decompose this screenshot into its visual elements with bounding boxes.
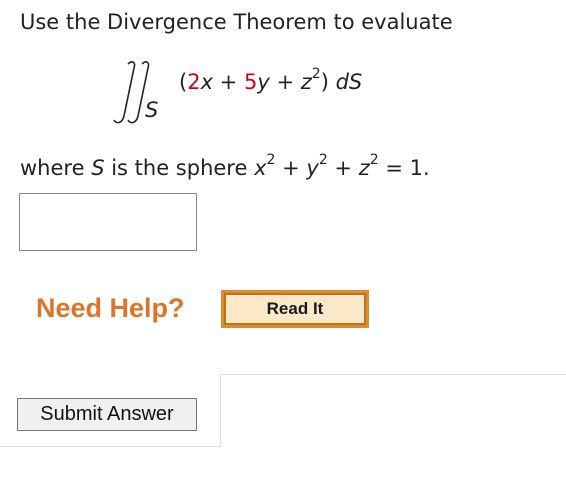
sphere-z: z	[358, 156, 370, 180]
panel-divider	[220, 374, 221, 446]
coefficient-x: 2	[187, 70, 201, 94]
plus-sign: +	[269, 70, 301, 94]
sphere-z-exponent: 2	[369, 152, 379, 168]
plus-sign: +	[213, 70, 244, 94]
integrand: (2x + 5y + z2) dS	[179, 67, 363, 94]
variable-x: x	[200, 70, 214, 94]
read-it-button[interactable]: Read It	[221, 290, 369, 328]
sphere-text: is the sphere	[104, 156, 255, 180]
variable-y: y	[257, 70, 270, 94]
plus-sign: +	[327, 156, 359, 180]
answer-input[interactable]	[19, 193, 197, 251]
open-paren: (	[179, 70, 188, 94]
surface-symbol: S	[91, 156, 105, 180]
surface-subscript: S	[145, 98, 159, 122]
sphere-y: y	[306, 156, 319, 180]
panel-divider	[0, 446, 221, 447]
surface-integral: S (2x + 5y + z2) dS	[112, 58, 412, 138]
submit-panel: Submit Answer	[0, 374, 566, 482]
surface-measure: dS	[335, 70, 363, 94]
plus-sign: +	[275, 156, 307, 180]
equals-one: = 1.	[378, 156, 430, 180]
close-paren: )	[320, 70, 329, 94]
sphere-x-exponent: 2	[266, 152, 276, 168]
submit-answer-button[interactable]: Submit Answer	[17, 398, 197, 431]
sphere-y-exponent: 2	[318, 152, 328, 168]
coefficient-y: 5	[243, 70, 258, 94]
exponent-z: 2	[311, 66, 321, 82]
question-prompt: Use the Divergence Theorem to evaluate	[20, 10, 453, 34]
where-text: where	[20, 156, 92, 180]
sphere-x: x	[254, 156, 267, 180]
read-it-label: Read It	[224, 293, 366, 325]
sphere-condition: where S is the sphere x2 + y2 + z2 = 1.	[20, 153, 430, 180]
variable-z: z	[300, 70, 312, 94]
panel-divider	[220, 374, 566, 375]
need-help-label: Need Help?	[36, 293, 185, 323]
